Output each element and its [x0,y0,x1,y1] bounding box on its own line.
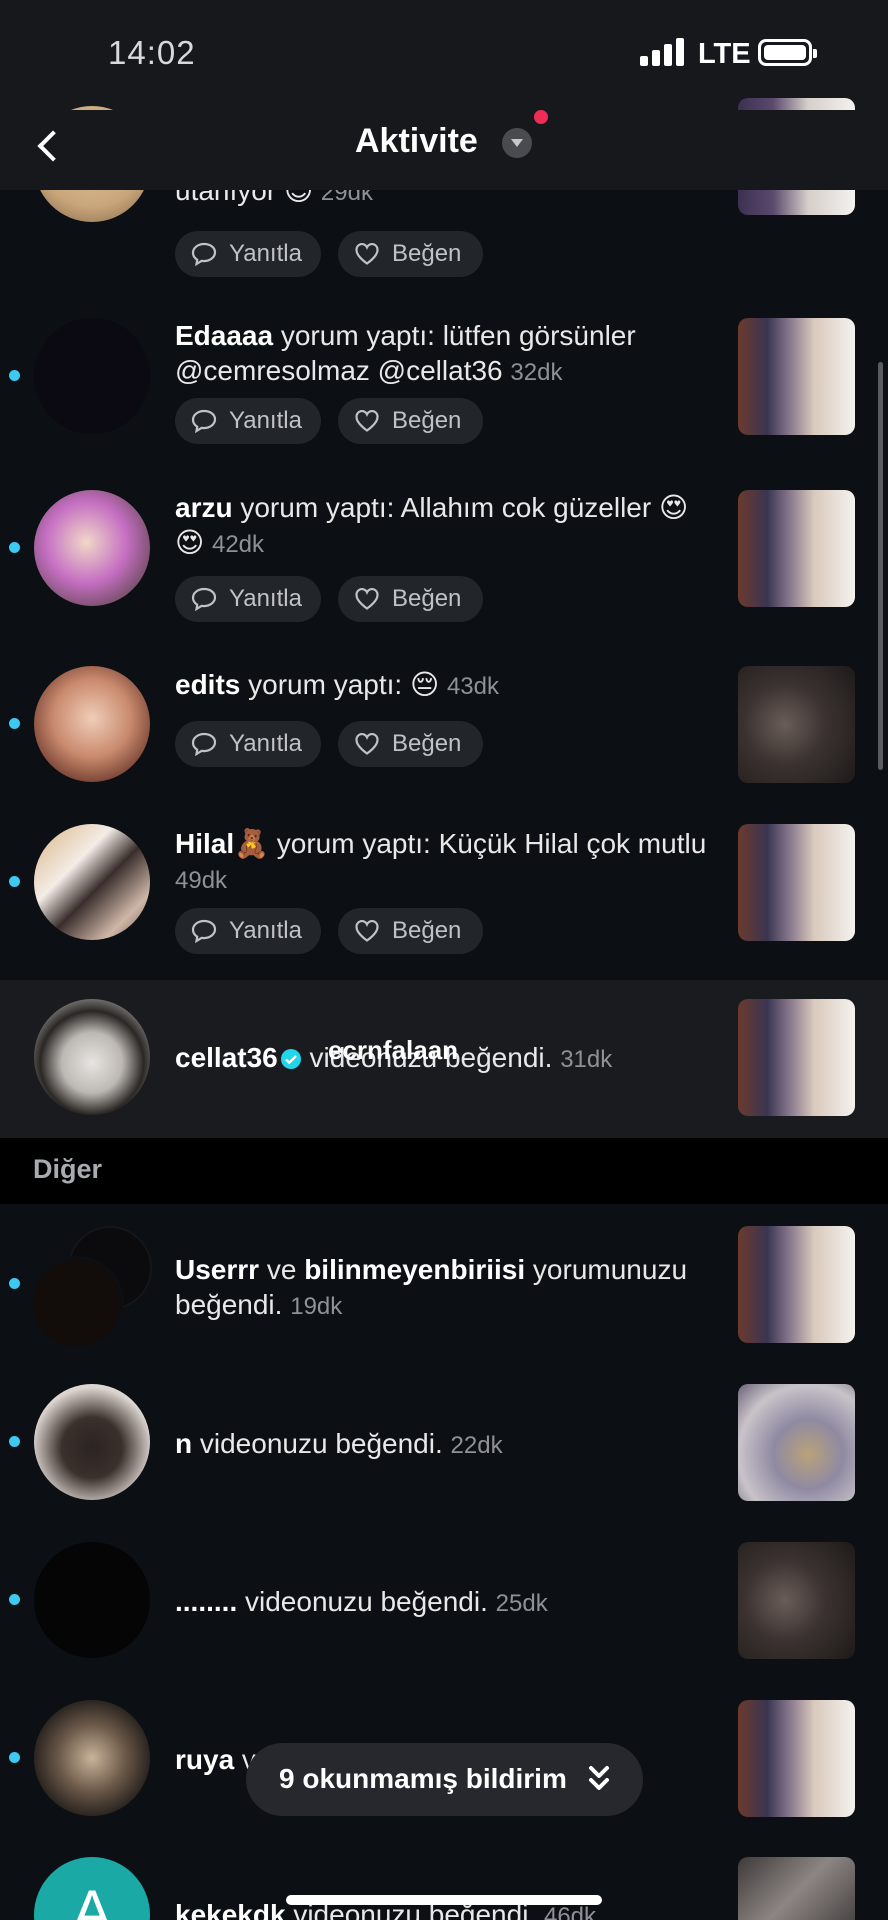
speech-bubble-icon [191,919,217,943]
heart-icon [355,732,379,755]
video-thumbnail[interactable] [738,1384,855,1501]
overlay-username: ecrnfalaan [328,1035,459,1065]
unread-indicator [9,1752,20,1763]
heart-icon [355,919,379,942]
verified-badge-icon [280,1049,301,1069]
list-item[interactable]: n videonuzu beğendi. 22dk [0,1384,888,1504]
comment-text: arzu yorum yaptı: Allahım cok güzeller 😍… [175,492,689,558]
comment-text: edits yorum yaptı: 😔 43dk [175,669,499,700]
avatar[interactable]: A [34,1857,150,1920]
heart-icon [355,242,379,265]
heart-icon [355,587,379,610]
video-thumbnail[interactable] [738,1700,855,1817]
video-thumbnail[interactable] [738,490,855,607]
list-item[interactable]: Hilal🧸 yorum yaptı: Küçük Hilal çok mutl… [0,824,888,964]
list-item[interactable]: Edaaaa yorum yaptı: lütfen görsünler @ce… [0,318,888,458]
comment-text: Edaaaa yorum yaptı: lütfen görsünler @ce… [175,320,636,386]
unread-notifications-button[interactable]: 9 okunmamış bildirim [246,1743,643,1816]
like-button[interactable]: Beğen [338,721,483,767]
speech-bubble-icon [191,242,217,266]
chevron-down-icon[interactable] [502,128,532,158]
speech-bubble-icon [191,409,217,433]
like-text: n videonuzu beğendi. 22dk [175,1428,503,1459]
avatar[interactable] [34,318,150,434]
video-thumbnail[interactable] [738,1857,855,1920]
unread-indicator [9,1594,20,1605]
reply-button[interactable]: Yanıtla [175,231,321,277]
like-text: ........ videonuzu beğendi. 25dk [175,1586,548,1617]
reply-button[interactable]: Yanıtla [175,908,321,954]
home-indicator[interactable] [286,1895,602,1905]
avatar[interactable] [34,824,150,940]
double-chevron-down-icon [589,1766,609,1790]
list-item[interactable]: A kekekdk videonuzu beğendi. 46dk [0,1857,888,1920]
like-button[interactable]: Beğen [338,231,483,277]
heart-icon [355,409,379,432]
list-item[interactable]: utanıyor 😍 29dk Yanıtla Beğen [0,98,888,290]
avatar-group[interactable] [30,1226,156,1352]
avatar[interactable] [34,490,150,606]
page-title[interactable]: Aktivite [355,122,478,161]
section-header: Diğer [0,1138,888,1204]
avatar[interactable] [34,999,150,1115]
avatar-initial: A [71,1878,113,1920]
list-item[interactable]: ........ videonuzu beğendi. 25dk [0,1542,888,1662]
reply-button[interactable]: Yanıtla [175,721,321,767]
video-thumbnail[interactable] [738,1542,855,1659]
avatar[interactable] [34,1700,150,1816]
back-arrow-icon[interactable] [28,120,78,170]
like-button[interactable]: Beğen [338,576,483,622]
unread-indicator [9,1278,20,1289]
unread-indicator [9,370,20,381]
avatar [30,1256,124,1350]
comment-text: Hilal🧸 yorum yaptı: Küçük Hilal çok mutl… [175,828,707,894]
list-item[interactable]: Userrr ve bilinmeyenbiriisi yorumunuzu b… [0,1226,888,1350]
section-title: Diğer [33,1154,103,1184]
video-thumbnail[interactable] [738,1226,855,1343]
reply-button[interactable]: Yanıtla [175,398,321,444]
unread-indicator [9,876,20,887]
notification-dot [534,110,548,124]
like-button[interactable]: Beğen [338,398,483,444]
nav-header: Aktivite [0,110,888,190]
like-text: Userrr ve bilinmeyenbiriisi yorumunuzu b… [175,1254,688,1320]
video-thumbnail[interactable] [738,999,855,1116]
speech-bubble-icon [191,732,217,756]
video-thumbnail[interactable] [738,318,855,435]
video-thumbnail[interactable] [738,824,855,941]
like-button[interactable]: Beğen [338,908,483,954]
unread-indicator [9,1436,20,1447]
avatar[interactable] [34,1542,150,1658]
speech-bubble-icon [191,587,217,611]
video-thumbnail[interactable] [738,666,855,783]
list-item[interactable]: arzu yorum yaptı: Allahım cok güzeller 😍… [0,490,888,630]
activity-list[interactable]: utanıyor 😍 29dk Yanıtla Beğen Edaaaa yor… [0,0,888,1920]
unread-indicator [9,718,20,729]
avatar[interactable] [34,666,150,782]
list-item[interactable]: edits yorum yaptı: 😔 43dk Yanıtla Beğen [0,666,888,786]
reply-button[interactable]: Yanıtla [175,576,321,622]
unread-indicator [9,542,20,553]
scrollbar[interactable] [878,362,883,770]
avatar[interactable] [34,1384,150,1500]
toast-label: 9 okunmamış bildirim [279,1763,567,1794]
